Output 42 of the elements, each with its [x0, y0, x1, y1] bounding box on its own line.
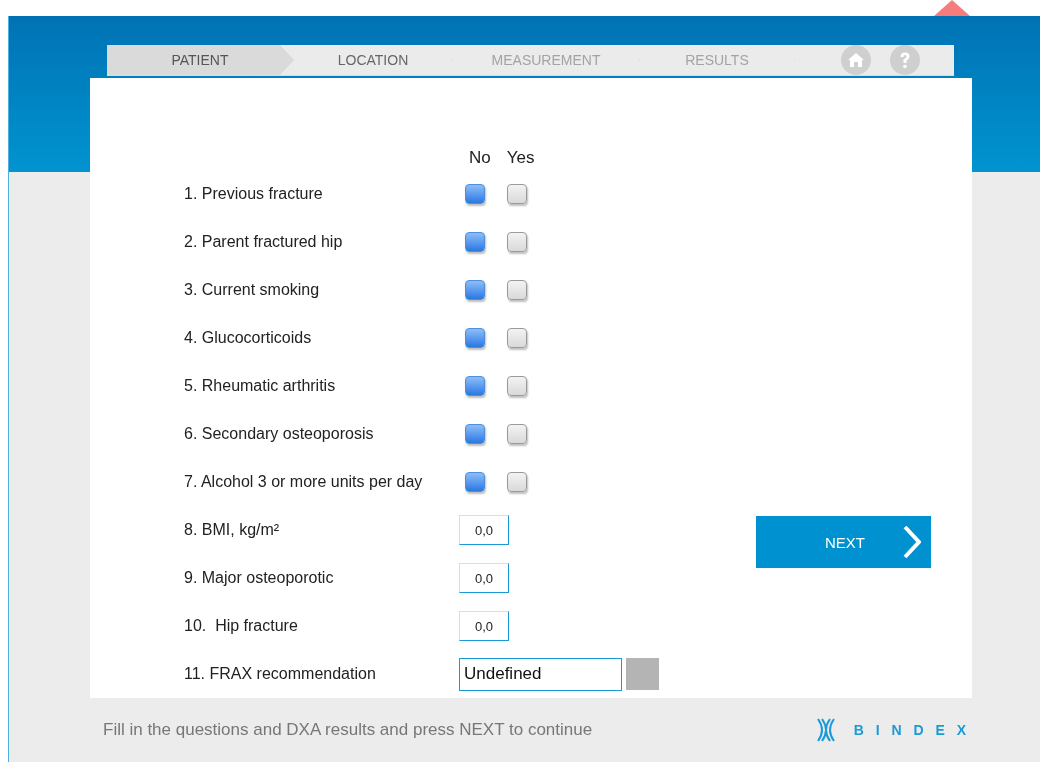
- question-label: 9. Major osteoporotic: [184, 569, 334, 587]
- next-button[interactable]: NEXT: [756, 516, 931, 568]
- checkbox[interactable]: [507, 472, 527, 492]
- checkbox[interactable]: [507, 184, 527, 204]
- checkbox[interactable]: [507, 232, 527, 252]
- recommendation-field[interactable]: Undefined: [459, 657, 622, 691]
- checkbox[interactable]: [465, 232, 485, 252]
- question-label: 4. Glucocorticoids: [184, 329, 312, 347]
- question-label: 11. FRAX recommendation: [184, 665, 376, 683]
- status-swatch: [626, 658, 659, 690]
- checkbox[interactable]: [507, 328, 527, 348]
- question-label: 8. BMI, kg/m²: [184, 521, 280, 539]
- checkbox[interactable]: [507, 424, 527, 444]
- step-tab[interactable]: LOCATION: [294, 45, 453, 75]
- question-label: 3. Current smoking: [184, 281, 320, 299]
- checkbox[interactable]: [507, 376, 527, 396]
- question-label: 7. Alcohol 3 or more units per day: [184, 473, 423, 491]
- column-header: Yes: [505, 148, 535, 168]
- step-tab[interactable]: PATIENT: [107, 45, 294, 75]
- home-icon[interactable]: [841, 45, 871, 75]
- footer-hint: Fill in the questions and DXA results and press NEXT to continue: [103, 720, 593, 740]
- checkbox[interactable]: [507, 280, 527, 300]
- number-field[interactable]: 0,0: [459, 563, 509, 593]
- question-label: 2. Parent fractured hip: [184, 233, 343, 251]
- checkbox[interactable]: [465, 424, 485, 444]
- question-label: 6. Secondary osteoporosis: [184, 425, 374, 443]
- chevron-right-icon: [903, 525, 921, 559]
- checkbox[interactable]: [465, 472, 485, 492]
- checkbox[interactable]: [465, 280, 485, 300]
- number-field[interactable]: 0,0: [459, 515, 509, 545]
- triangle-icon: [934, 0, 970, 16]
- question-label: 5. Rheumatic arthritis: [184, 377, 336, 395]
- logo-text: B I N D E X: [853, 722, 970, 738]
- question-label: 10. Hip fracture: [184, 617, 298, 635]
- help-icon[interactable]: [890, 45, 920, 75]
- checkbox[interactable]: [465, 328, 485, 348]
- column-header: No: [468, 148, 491, 168]
- logo-icon: [815, 718, 836, 742]
- checkbox[interactable]: [465, 184, 485, 204]
- number-field[interactable]: 0,0: [459, 611, 509, 641]
- question-label: 1. Previous fracture: [184, 185, 323, 203]
- checkbox[interactable]: [465, 376, 485, 396]
